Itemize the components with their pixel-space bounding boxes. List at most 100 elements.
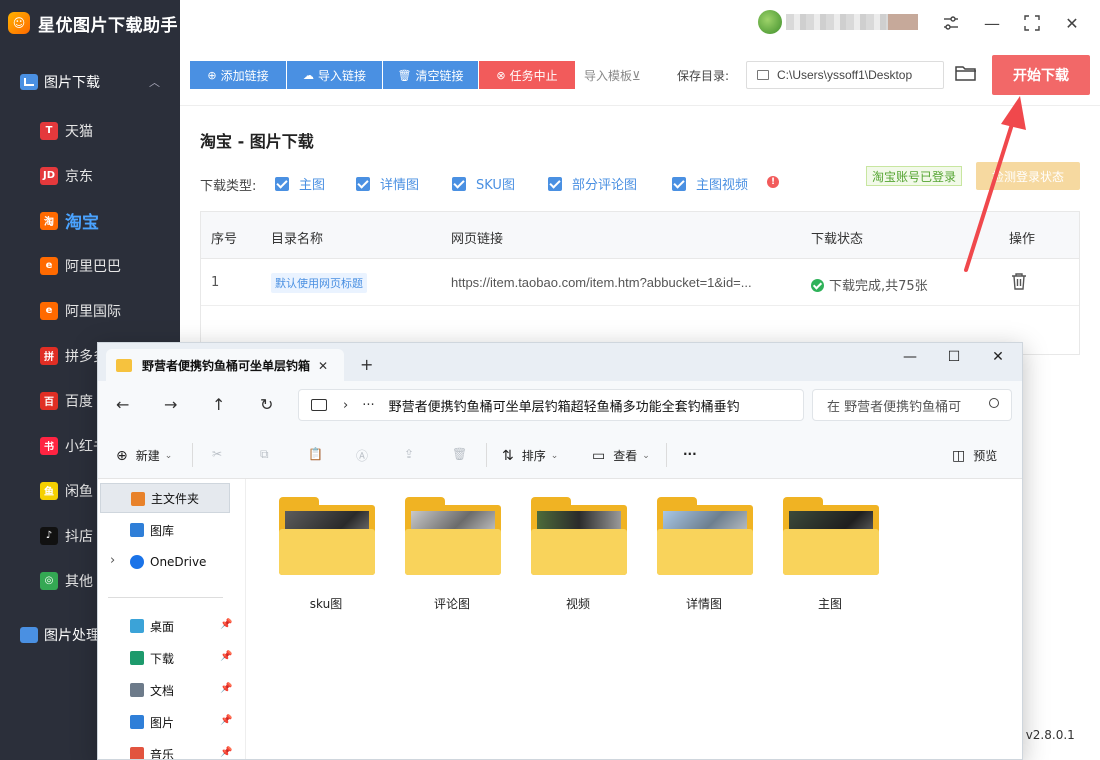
- refresh-icon[interactable]: ↻: [260, 395, 273, 414]
- sidebar-item-jd[interactable]: JD 京东: [0, 153, 180, 198]
- table-header: 序号 目录名称 网页链接 下载状态 操作: [201, 212, 1079, 259]
- nav-pane-item-gallery[interactable]: 图库: [100, 515, 230, 545]
- checkbox-sku-image[interactable]: SKU图: [452, 174, 515, 193]
- checkbox-main-video[interactable]: 主图视频: [672, 174, 748, 193]
- sidebar-item-tmall[interactable]: T 天猫: [0, 108, 180, 153]
- check-circle-icon: [811, 279, 824, 292]
- checkbox-main-image[interactable]: 主图: [275, 174, 325, 193]
- folder-icon: [279, 497, 375, 575]
- sidebar-item-label: 百度: [65, 393, 93, 410]
- checkbox-label: 详情图: [380, 178, 420, 193]
- search-icon: [989, 398, 999, 408]
- avatar[interactable]: [758, 10, 782, 34]
- more-options-button[interactable]: ···: [683, 447, 697, 461]
- chevron-right-icon: ›: [343, 397, 349, 413]
- row-url: https://item.taobao.com/item.htm?abbucke…: [451, 275, 752, 290]
- folder-front: [531, 529, 627, 575]
- nav-pane-item-picture[interactable]: 图片 📌: [100, 707, 232, 737]
- checkbox-checked-icon: [356, 176, 370, 191]
- folder-item[interactable]: 评论图: [402, 497, 502, 617]
- cut-icon[interactable]: ✂: [212, 447, 222, 461]
- explorer-minimize-icon[interactable]: —: [900, 349, 920, 369]
- music-icon: [130, 747, 144, 759]
- version-label: : v2.8.0.1: [1014, 728, 1075, 742]
- folder-outline-icon: [757, 70, 769, 80]
- rename-icon[interactable]: Ⓐ: [356, 447, 368, 464]
- paste-icon[interactable]: 📋: [308, 447, 323, 461]
- new-tab-icon[interactable]: +: [360, 355, 373, 374]
- checkbox-label: 部分评论图: [572, 178, 638, 193]
- forward-arrow-icon[interactable]: →: [164, 395, 177, 414]
- jd-icon: JD: [40, 166, 58, 185]
- image-processing-icon: [20, 627, 38, 643]
- nav-pane-item-document[interactable]: 文档 📌: [100, 675, 232, 705]
- browse-folder-icon[interactable]: [955, 64, 977, 84]
- minimize-icon[interactable]: —: [981, 12, 1003, 34]
- view-button[interactable]: ▭ 查看 ⌄: [592, 447, 650, 464]
- chrome-icon: ◎: [40, 571, 58, 590]
- clear-link-button[interactable]: 🗑 清空链接: [383, 61, 478, 89]
- nav-pane-label: 桌面: [150, 619, 175, 634]
- expand-chevron-icon[interactable]: ›: [110, 553, 115, 568]
- folder-item[interactable]: 视频: [528, 497, 628, 617]
- tab-close-icon[interactable]: ✕: [318, 359, 328, 373]
- table-row[interactable]: 1 默认使用网页标题 https://item.taobao.com/item.…: [201, 259, 1079, 306]
- address-input[interactable]: › ··· 野营者便携钓鱼桶可坐单层钓箱超轻鱼桶多功能全套钓桶垂钓: [298, 389, 804, 421]
- view-label: 查看: [613, 449, 638, 463]
- stop-task-button[interactable]: ⊗ 任务中止: [479, 61, 575, 89]
- nav-pane-item-download[interactable]: 下载 📌: [100, 643, 232, 673]
- add-link-button[interactable]: ⊕ 添加链接: [190, 61, 286, 89]
- maximize-icon[interactable]: [1021, 12, 1043, 34]
- up-arrow-icon[interactable]: ↑: [212, 395, 225, 414]
- nav-pane-item-home[interactable]: 主文件夹: [100, 483, 230, 513]
- nav-pane-item-onedrive[interactable]: › OneDrive: [100, 547, 230, 577]
- start-download-button[interactable]: 开始下载: [992, 55, 1090, 95]
- tmall-icon: T: [40, 121, 58, 140]
- checkbox-label: 主图: [299, 178, 326, 193]
- import-template-link[interactable]: 导入模板⊻: [584, 67, 641, 84]
- more-path-icon[interactable]: ···: [362, 398, 374, 413]
- save-dir-input[interactable]: C:\Users\yssoff1\Desktop: [746, 61, 944, 89]
- explorer-tab[interactable]: 野营者便携钓鱼桶可坐单层钓箱: [106, 349, 344, 381]
- login-status-badge: 淘宝账号已登录: [866, 166, 963, 186]
- search-input[interactable]: 在 野营者便携钓鱼桶可: [812, 389, 1012, 421]
- explorer-maximize-icon[interactable]: ☐: [944, 349, 964, 369]
- info-icon[interactable]: !: [767, 176, 779, 188]
- file-explorer-window: 野营者便携钓鱼桶可坐单层钓箱 ✕ + — ☐ ✕ ← → ↑ ↻ › ··· 野…: [97, 342, 1023, 760]
- check-login-button[interactable]: 检测登录状态: [976, 162, 1080, 190]
- nav-group-image-download[interactable]: 图片下载 ︿: [0, 64, 180, 100]
- sidebar-item-aliintl[interactable]: e 阿里国际: [0, 288, 180, 333]
- settings-sliders-icon[interactable]: [940, 12, 962, 34]
- copy-icon[interactable]: ⧉: [260, 447, 269, 462]
- explorer-close-icon[interactable]: ✕: [988, 349, 1008, 369]
- nav-pane-item-desktop[interactable]: 桌面 📌: [100, 611, 232, 641]
- save-dir-label: 保存目录:: [677, 69, 730, 83]
- close-icon[interactable]: ✕: [1061, 12, 1083, 34]
- douyin-icon: ♪: [40, 526, 58, 545]
- checkbox-review-image[interactable]: 部分评论图: [548, 174, 637, 193]
- sidebar-item-alibaba[interactable]: e 阿里巴巴: [0, 243, 180, 288]
- back-arrow-icon[interactable]: ←: [116, 395, 129, 414]
- sidebar-item-taobao[interactable]: 淘淘宝: [0, 198, 180, 243]
- new-button[interactable]: ⊕ 新建 ⌄: [116, 447, 172, 464]
- share-icon[interactable]: ⇪: [404, 447, 414, 461]
- computer-icon: [311, 399, 327, 411]
- save-dir-value: C:\Users\yssoff1\Desktop: [777, 68, 913, 82]
- import-link-button[interactable]: ☁ 导入链接: [287, 61, 382, 89]
- preview-button[interactable]: ◫ 预览: [952, 447, 997, 464]
- sort-button[interactable]: ⇅ 排序 ⌄: [502, 447, 558, 464]
- app-header: ☺ 星优图片下载助手: [0, 0, 180, 46]
- delete-row-icon[interactable]: [1011, 272, 1027, 290]
- folder-item[interactable]: 主图: [780, 497, 880, 617]
- delete-icon[interactable]: 🗑: [452, 447, 467, 461]
- link-table: 序号 目录名称 网页链接 下载状态 操作 1 默认使用网页标题 https://…: [200, 211, 1080, 355]
- explorer-command-bar: ⊕ 新建 ⌄ ✂ ⧉ 📋 Ⓐ ⇪ 🗑 ⇅ 排序 ⌄ ▭ 查看 ⌄ ··· ◫ 预览: [98, 431, 1022, 479]
- folder-item[interactable]: 详情图: [654, 497, 754, 617]
- checkbox-detail-image[interactable]: 详情图: [356, 174, 419, 193]
- row-dir-name-tag[interactable]: 默认使用网页标题: [271, 273, 367, 293]
- folder-item[interactable]: sku图: [276, 497, 376, 617]
- import-link-label: 导入链接: [317, 68, 366, 83]
- nav-pane-item-music[interactable]: 音乐 📌: [100, 739, 232, 759]
- sort-icon: ⇅: [502, 447, 514, 464]
- app-logo-icon: ☺: [8, 12, 30, 34]
